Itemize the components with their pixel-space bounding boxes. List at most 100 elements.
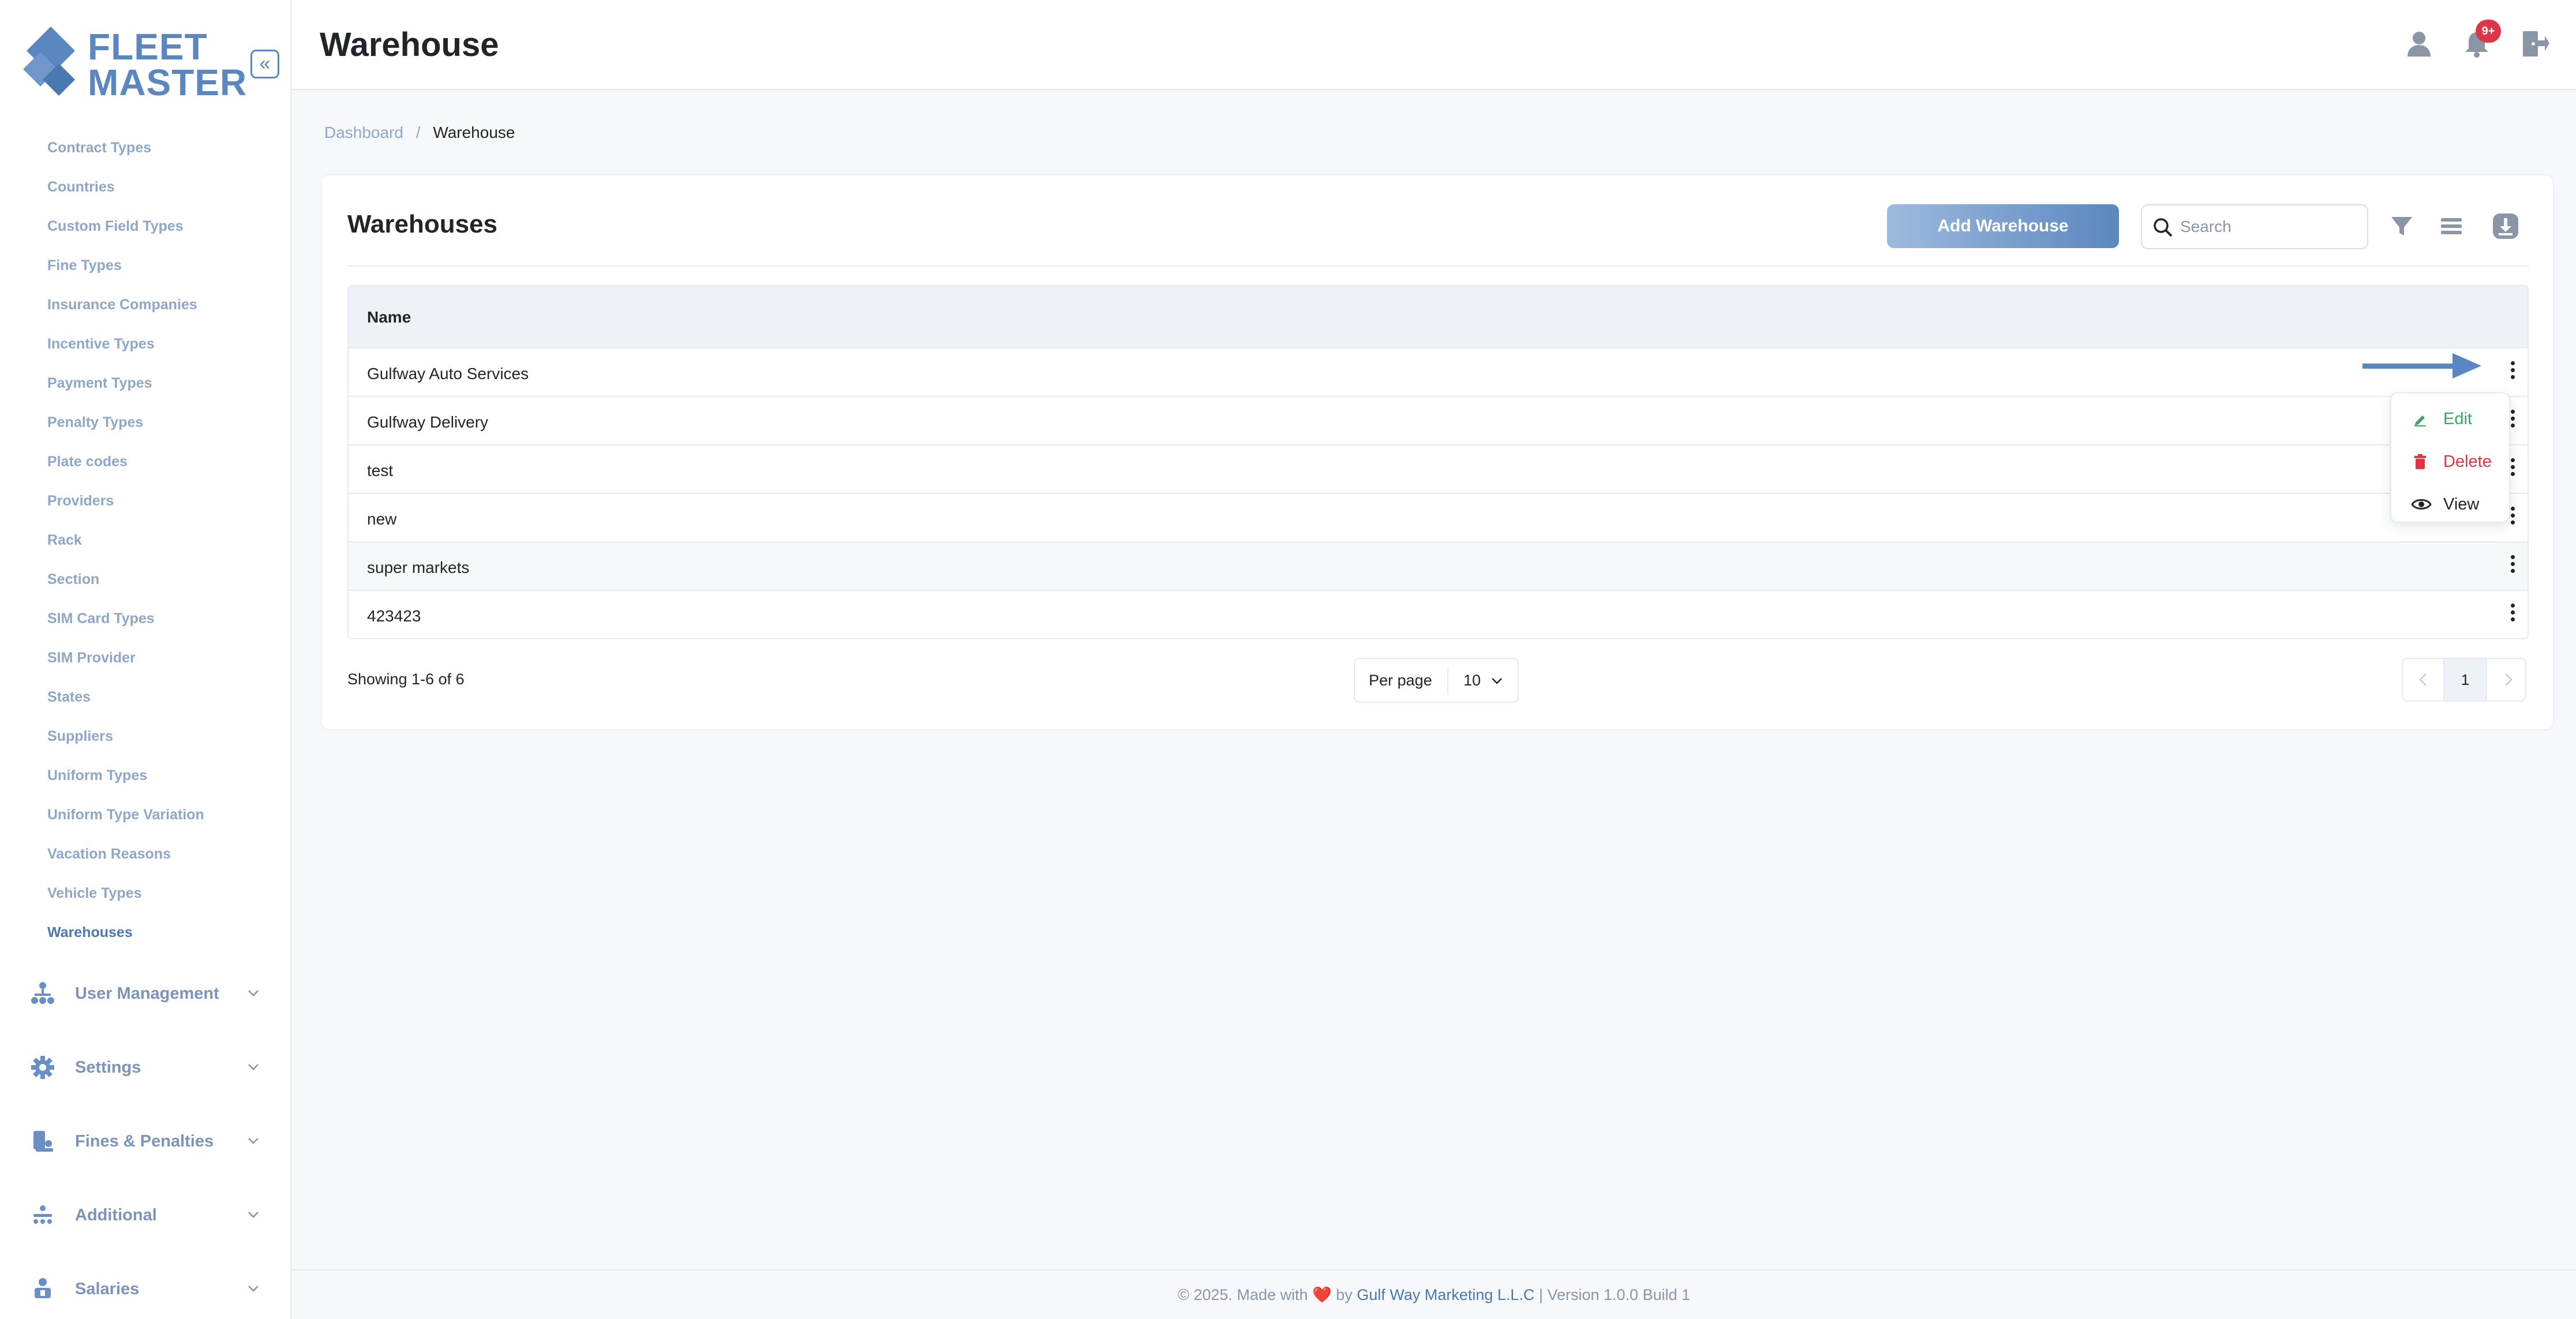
sidebar-item-rack[interactable]: Rack [47,529,204,568]
sidebar-group-label: Fines & Penalties [75,1132,214,1151]
table-row[interactable]: super markets [349,542,2528,591]
download-icon[interactable] [2491,211,2521,241]
pagination: 1 [2402,658,2526,702]
fines-icon [33,1131,53,1152]
search-input[interactable] [2180,212,2359,241]
sidebar-item-uniform-type-variation[interactable]: Uniform Type Variation [47,803,204,842]
sidebar-item-fine-types[interactable]: Fine Types [47,254,204,293]
sidebar-item-warehouses[interactable]: Warehouses [47,921,204,960]
breadcrumb-dashboard-link[interactable]: Dashboard [324,123,403,141]
menu-item-delete[interactable]: Delete [2391,441,2509,481]
user-icon[interactable] [2404,29,2434,59]
column-header-name[interactable]: Name [367,308,411,327]
sidebar-item-incentive-types[interactable]: Incentive Types [47,332,204,372]
per-page-select[interactable]: Per page 10 [1354,658,1519,703]
menu-item-label: View [2443,495,2480,514]
chevron-down-icon [248,1286,259,1292]
table-row[interactable]: new [349,494,2528,542]
columns-icon[interactable] [2436,211,2466,241]
page-title: Warehouse [320,26,499,63]
menu-item-label: Delete [2443,452,2492,471]
sidebar-group-label: Settings [75,1058,141,1077]
search-icon [2154,218,2173,237]
chevron-left-icon [2419,673,2427,686]
cell-name: super markets [367,559,470,576]
pagination-page-1[interactable]: 1 [2444,659,2486,700]
logout-icon[interactable] [2519,29,2549,59]
cell-name: 423423 [367,607,421,625]
row-actions-kebab-icon[interactable] [2507,604,2518,627]
add-warehouse-button[interactable]: Add Warehouse [1887,204,2119,248]
pagination-prev-button[interactable] [2403,659,2444,700]
cell-name: Gulfway Delivery [367,413,489,431]
per-page-divider [1447,667,1448,695]
menu-item-view[interactable]: View [2391,484,2509,524]
breadcrumb-current: Warehouse [433,123,515,141]
sidebar-item-payment-types[interactable]: Payment Types [47,372,204,411]
sidebar-item-contract-types[interactable]: Contract Types [47,136,204,175]
sidebar-group-salaries[interactable]: Salaries [0,1271,291,1319]
heart-icon: ❤️ [1312,1286,1332,1303]
settings-sub-menu: Contract Types Countries Custom Field Ty… [47,136,204,960]
menu-item-label: Edit [2443,410,2472,428]
chevron-down-icon [248,1212,259,1218]
sidebar-group-additional[interactable]: Additional [0,1197,291,1271]
sidebar-item-plate-codes[interactable]: Plate codes [47,450,204,489]
logo-mark-icon [23,27,75,96]
sidebar-group-user-management[interactable]: User Management [0,975,291,1049]
chevron-down-icon [1492,678,1502,684]
sidebar-collapse-button[interactable]: « [250,50,279,78]
sidebar-item-insurance-companies[interactable]: Insurance Companies [47,293,204,332]
warehouses-table: Name Gulfway Auto Services Gulfway Deliv… [347,285,2529,639]
chevron-right-icon [2505,673,2513,686]
pagination-next-button[interactable] [2486,659,2525,700]
page-footer: © 2025. Made with ❤️ by Gulf Way Marketi… [292,1269,2576,1319]
sidebar-item-sim-card-types[interactable]: SIM Card Types [47,607,204,646]
cell-name: test [367,462,394,479]
breadcrumb-separator: / [415,123,421,141]
row-actions-kebab-icon[interactable] [2507,361,2518,384]
warehouses-card: Warehouses Add Warehouse Name Gulfway Au… [321,174,2554,730]
sidebar-group-label: Salaries [75,1280,140,1298]
table-header: Name [349,286,2528,349]
sidebar-item-providers[interactable]: Providers [47,489,204,529]
sidebar-item-section[interactable]: Section [47,568,204,607]
sidebar-item-sim-provider[interactable]: SIM Provider [47,646,204,685]
chevron-down-icon [248,990,259,996]
per-page-label: Per page [1369,672,1432,689]
footer-version: | Version 1.0.0 Build 1 [1538,1286,1691,1303]
sidebar-item-countries[interactable]: Countries [47,175,204,215]
sidebar-group-settings[interactable]: Settings [0,1049,291,1123]
sidebar-item-states[interactable]: States [47,685,204,725]
row-actions-menu: Edit Delete View [2390,392,2510,523]
table-row[interactable]: test [349,445,2528,494]
gear-icon [31,1056,54,1079]
sidebar-item-penalty-types[interactable]: Penalty Types [47,411,204,450]
showing-count: Showing 1-6 of 6 [347,670,465,688]
notification-badge: 9+ [2476,20,2501,43]
brand-logo[interactable]: FLEET MASTER [23,23,254,104]
per-page-value[interactable]: 10 [1463,672,1481,690]
sidebar-group-fines-penalties[interactable]: Fines & Penalties [0,1123,291,1197]
brand-line-2: MASTER [88,62,248,103]
filter-icon[interactable] [2387,211,2417,241]
additional-icon [33,1205,52,1224]
sidebar-group-label: Additional [75,1206,157,1224]
cell-name: Gulfway Auto Services [367,365,529,383]
table-row[interactable]: 423423 [349,591,2528,638]
company-link[interactable]: Gulf Way Marketing L.L.C [1357,1286,1534,1303]
table-row[interactable]: Gulfway Auto Services [349,349,2528,397]
menu-item-edit[interactable]: Edit [2391,398,2509,439]
breadcrumb: Dashboard / Warehouse [324,123,515,142]
brand-line-1: FLEET [88,26,208,68]
cell-name: new [367,510,397,528]
sidebar-item-vacation-reasons[interactable]: Vacation Reasons [47,842,204,882]
sidebar-item-suppliers[interactable]: Suppliers [47,725,204,764]
sidebar: FLEET MASTER « Contract Types Countries … [0,0,291,1319]
salaries-icon [35,1278,51,1298]
table-row[interactable]: Gulfway Delivery [349,397,2528,445]
row-actions-kebab-icon[interactable] [2507,555,2518,578]
sidebar-item-uniform-types[interactable]: Uniform Types [47,764,204,803]
sidebar-item-vehicle-types[interactable]: Vehicle Types [47,882,204,921]
sidebar-item-custom-field-types[interactable]: Custom Field Types [47,215,204,254]
